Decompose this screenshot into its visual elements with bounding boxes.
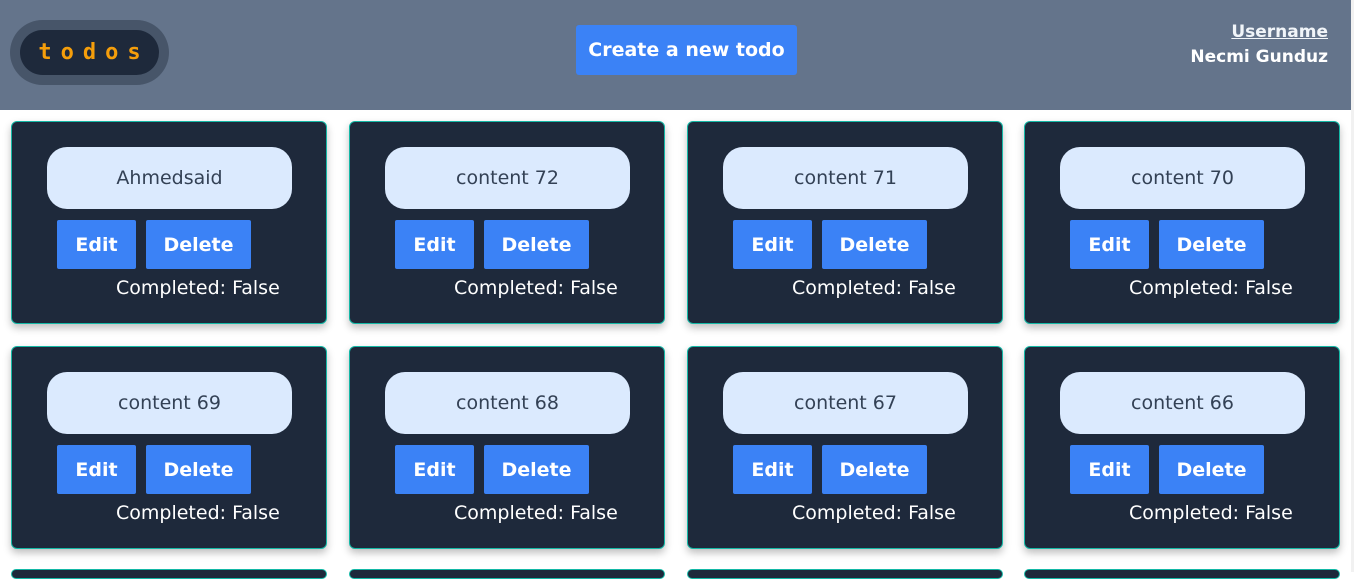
completed-status: Completed: False [792,277,956,299]
todo-card-partial [687,569,1003,579]
todo-card: content 71 Edit Delete Completed: False [687,121,1003,324]
todo-content: Ahmedsaid [47,147,292,209]
edit-button[interactable]: Edit [395,220,474,269]
delete-button[interactable]: Delete [146,220,251,269]
todo-card: content 72 Edit Delete Completed: False [349,121,665,324]
todo-card: content 69 Edit Delete Completed: False [11,346,327,549]
edit-button[interactable]: Edit [57,445,136,494]
username-value: Necmi Gunduz [1190,47,1328,67]
todo-content: content 69 [47,372,292,434]
create-todo-button[interactable]: Create a new todo [576,25,797,75]
todo-card-partial [1024,569,1340,579]
todo-content: content 66 [1060,372,1305,434]
completed-status: Completed: False [454,277,618,299]
completed-status: Completed: False [116,502,280,524]
todo-card: Ahmedsaid Edit Delete Completed: False [11,121,327,324]
delete-button[interactable]: Delete [484,445,589,494]
todo-content: content 68 [385,372,630,434]
edit-button[interactable]: Edit [1070,445,1149,494]
todo-content: content 70 [1060,147,1305,209]
top-header: todos Create a new todo Username Necmi G… [0,0,1351,110]
delete-button[interactable]: Delete [1159,220,1264,269]
username-label[interactable]: Username [1190,20,1328,45]
edit-button[interactable]: Edit [733,445,812,494]
edit-button[interactable]: Edit [57,220,136,269]
completed-status: Completed: False [1129,277,1293,299]
edit-button[interactable]: Edit [733,220,812,269]
todo-card-partial [349,569,665,579]
completed-status: Completed: False [1129,502,1293,524]
todo-card: content 66 Edit Delete Completed: False [1024,346,1340,549]
todo-content: content 71 [723,147,968,209]
todo-card-partial [11,569,327,579]
delete-button[interactable]: Delete [822,445,927,494]
delete-button[interactable]: Delete [1159,445,1264,494]
edit-button[interactable]: Edit [1070,220,1149,269]
todo-content: content 67 [723,372,968,434]
todo-card: content 68 Edit Delete Completed: False [349,346,665,549]
completed-status: Completed: False [116,277,280,299]
completed-status: Completed: False [454,502,618,524]
delete-button[interactable]: Delete [146,445,251,494]
logo[interactable]: todos [20,30,159,75]
edit-button[interactable]: Edit [395,445,474,494]
todo-content: content 72 [385,147,630,209]
todo-card: content 67 Edit Delete Completed: False [687,346,1003,549]
delete-button[interactable]: Delete [822,220,927,269]
user-info: Username Necmi Gunduz [1190,20,1328,70]
todo-card: content 70 Edit Delete Completed: False [1024,121,1340,324]
delete-button[interactable]: Delete [484,220,589,269]
logo-text: todos [38,40,150,65]
completed-status: Completed: False [792,502,956,524]
